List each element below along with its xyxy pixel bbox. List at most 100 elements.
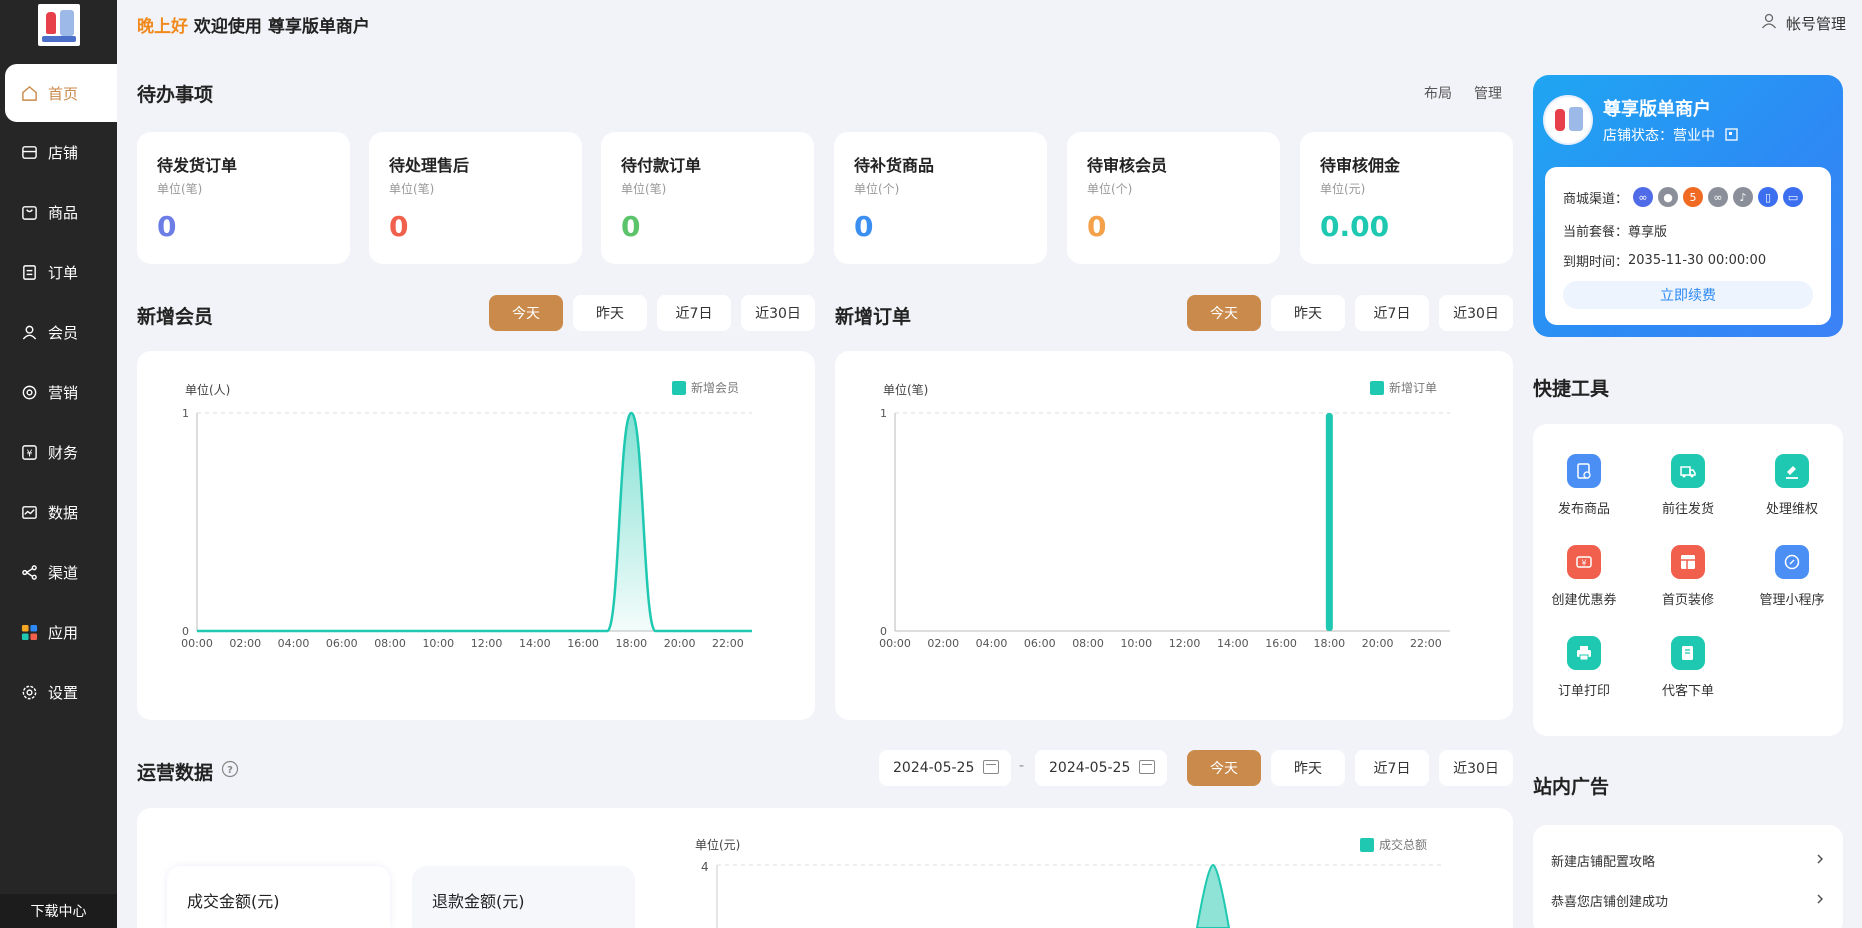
- expire-row: 到期时间： 2035-11-30 00:00:00: [1563, 251, 1766, 270]
- todo-card[interactable]: 待付款订单 单位(笔) 0: [601, 132, 814, 264]
- todo-card-value: 0: [854, 210, 874, 243]
- todo-card[interactable]: 待发货订单 单位(笔) 0: [137, 132, 350, 264]
- ops-title-row: 运营数据 ?: [137, 758, 239, 785]
- tools-card: 发布商品 前往发货 处理维权 ¥ 创建优惠券 首页装修 管理小程序 订单打印 代…: [1533, 424, 1843, 736]
- tool-label: 前往发货: [1661, 502, 1714, 517]
- sidebar-item-orders[interactable]: 订单: [0, 242, 117, 302]
- sidebar-item-label: 商品: [48, 203, 79, 222]
- orders-range-today[interactable]: 今天: [1187, 295, 1261, 331]
- ops-title: 运营数据: [137, 762, 214, 784]
- renew-button[interactable]: 立即续费: [1563, 281, 1813, 309]
- store-logo[interactable]: [37, 4, 80, 46]
- chevron-right-icon: [1815, 853, 1825, 869]
- pc-channel-icon[interactable]: ▭: [1783, 187, 1804, 207]
- sidebar-item-goods[interactable]: 商品: [0, 182, 117, 242]
- manage-link[interactable]: 管理: [1474, 83, 1502, 103]
- sidebar-item-store[interactable]: 店铺: [0, 122, 117, 182]
- orders-chart-card: 单位(笔) 新增订单 0 1 00:00 02:00 04:00 06:00 08:00 10…: [835, 351, 1513, 720]
- ad-item[interactable]: 新建店铺配置攻略: [1551, 851, 1825, 870]
- tool-go-ship[interactable]: 前往发货: [1638, 454, 1738, 517]
- todo-card-title: 待审核佣金: [1320, 156, 1401, 175]
- link-channel-icon[interactable]: ∞: [1708, 187, 1729, 207]
- chevron-right-icon: [1815, 893, 1825, 909]
- download-center[interactable]: 下载中心: [0, 894, 117, 928]
- topbar: 晚上好 欢迎使用 尊享版单商户 帐号管理: [117, 0, 1862, 50]
- sidebar-item-apps[interactable]: 应用: [0, 602, 117, 662]
- tool-order-print[interactable]: 订单打印: [1534, 636, 1634, 699]
- members-range-7d[interactable]: 近7日: [657, 295, 731, 331]
- welcome-text: 欢迎使用 尊享版单商户: [193, 17, 370, 37]
- tool-place-order-for-customer[interactable]: 代客下单: [1638, 636, 1738, 699]
- members-x-tick: 06:00: [326, 637, 358, 650]
- todo-card[interactable]: 待审核佣金 单位(元) 0.00: [1300, 132, 1513, 264]
- ops-card: 成交金额(元) 退款金额(元) 单位(元) 成交总额 4: [137, 808, 1513, 928]
- sidebar-item-data[interactable]: 数据: [0, 482, 117, 542]
- ad-item[interactable]: 恭喜您店铺创建成功: [1551, 891, 1825, 910]
- todo-card-title: 待审核会员: [1087, 156, 1168, 175]
- members-x-tick: 18:00: [615, 637, 647, 650]
- members-range-yesterday[interactable]: 昨天: [573, 295, 647, 331]
- douyin-channel-icon[interactable]: ♪: [1733, 187, 1754, 207]
- tool-label: 首页装修: [1661, 593, 1714, 608]
- svg-text:¥: ¥: [26, 448, 32, 459]
- orders-range-7d[interactable]: 近7日: [1355, 295, 1429, 331]
- tool-home-decoration[interactable]: 首页装修: [1638, 545, 1738, 608]
- ops-range-yesterday[interactable]: 昨天: [1271, 750, 1345, 786]
- tool-handle-rights[interactable]: 处理维权: [1742, 454, 1842, 517]
- channels-label: 商城渠道：: [1563, 191, 1629, 207]
- sidebar-item-members[interactable]: 会员: [0, 302, 117, 362]
- ops-range-today[interactable]: 今天: [1187, 750, 1261, 786]
- mobile-app-channel-icon[interactable]: ▯: [1758, 187, 1779, 207]
- members-x-tick: 04:00: [278, 637, 310, 650]
- tool-manage-miniprogram[interactable]: 管理小程序: [1742, 545, 1842, 608]
- orders-x-tick: 14:00: [1217, 637, 1249, 650]
- todo-card-title: 待补货商品: [854, 156, 935, 175]
- sidebar-item-label: 应用: [48, 623, 79, 642]
- sidebar-item-marketing[interactable]: 营销: [0, 362, 117, 422]
- todo-card-unit: 单位(个): [854, 182, 900, 196]
- h5-channel-icon[interactable]: ∞: [1633, 187, 1654, 207]
- sidebar-item-settings[interactable]: 设置: [0, 662, 117, 722]
- tool-create-coupon[interactable]: ¥ 创建优惠券: [1534, 545, 1634, 608]
- qrcode-icon[interactable]: [1725, 127, 1739, 145]
- members-range-today[interactable]: 今天: [489, 295, 563, 331]
- orders-x-tick: 10:00: [1120, 637, 1152, 650]
- greeting: 晚上好 欢迎使用 尊享版单商户: [137, 12, 370, 37]
- bag-icon: [20, 203, 38, 221]
- ops-range-7d[interactable]: 近7日: [1355, 750, 1429, 786]
- tool-label: 管理小程序: [1759, 593, 1825, 608]
- help-icon[interactable]: ?: [221, 760, 239, 783]
- orders-x-tick: 06:00: [1024, 637, 1056, 650]
- members-chart: 0100:00 02:00 04:00 06:00 08:00 10:00 12:00 14:…: [181, 407, 752, 650]
- date-to-input[interactable]: 2024-05-25: [1035, 750, 1167, 786]
- sidebar-item-label: 店铺: [48, 143, 79, 162]
- todo-card[interactable]: 待处理售后 单位(笔) 0: [369, 132, 582, 264]
- ad-item-label: 恭喜您店铺创建成功: [1551, 895, 1669, 910]
- truck-icon: [1671, 454, 1705, 488]
- sidebar-item-finance[interactable]: ¥ 财务: [0, 422, 117, 482]
- orders-range-30d[interactable]: 近30日: [1439, 295, 1513, 331]
- todo-links: 布局 管理: [1424, 83, 1502, 103]
- layout-link[interactable]: 布局: [1424, 83, 1452, 103]
- todo-card-unit: 单位(笔): [389, 182, 435, 196]
- coupon-icon: ¥: [1567, 545, 1601, 579]
- html5-channel-icon[interactable]: 5: [1683, 187, 1704, 207]
- ops-range-30d[interactable]: 近30日: [1439, 750, 1513, 786]
- members-x-tick: 00:00: [181, 637, 213, 650]
- apps-icon: [20, 623, 38, 641]
- account-menu[interactable]: 帐号管理: [1760, 12, 1846, 34]
- marketing-icon: [20, 383, 38, 401]
- date-from-input[interactable]: 2024-05-25: [879, 750, 1011, 786]
- orders-range-yesterday[interactable]: 昨天: [1271, 295, 1345, 331]
- todo-card[interactable]: 待审核会员 单位(个) 0: [1067, 132, 1280, 264]
- members-range-30d[interactable]: 近30日: [741, 295, 815, 331]
- wechat-channel-icon[interactable]: ●: [1658, 187, 1679, 207]
- tool-label: 处理维权: [1765, 502, 1818, 517]
- tool-publish-goods[interactable]: 发布商品: [1534, 454, 1634, 517]
- todo-card[interactable]: 待补货商品 单位(个) 0: [834, 132, 1047, 264]
- sidebar-item-home[interactable]: 首页: [5, 64, 117, 122]
- yen-icon: ¥: [20, 443, 38, 461]
- members-area: [197, 413, 752, 631]
- sidebar-item-channel[interactable]: 渠道: [0, 542, 117, 602]
- orders-x-tick: 00:00: [879, 637, 911, 650]
